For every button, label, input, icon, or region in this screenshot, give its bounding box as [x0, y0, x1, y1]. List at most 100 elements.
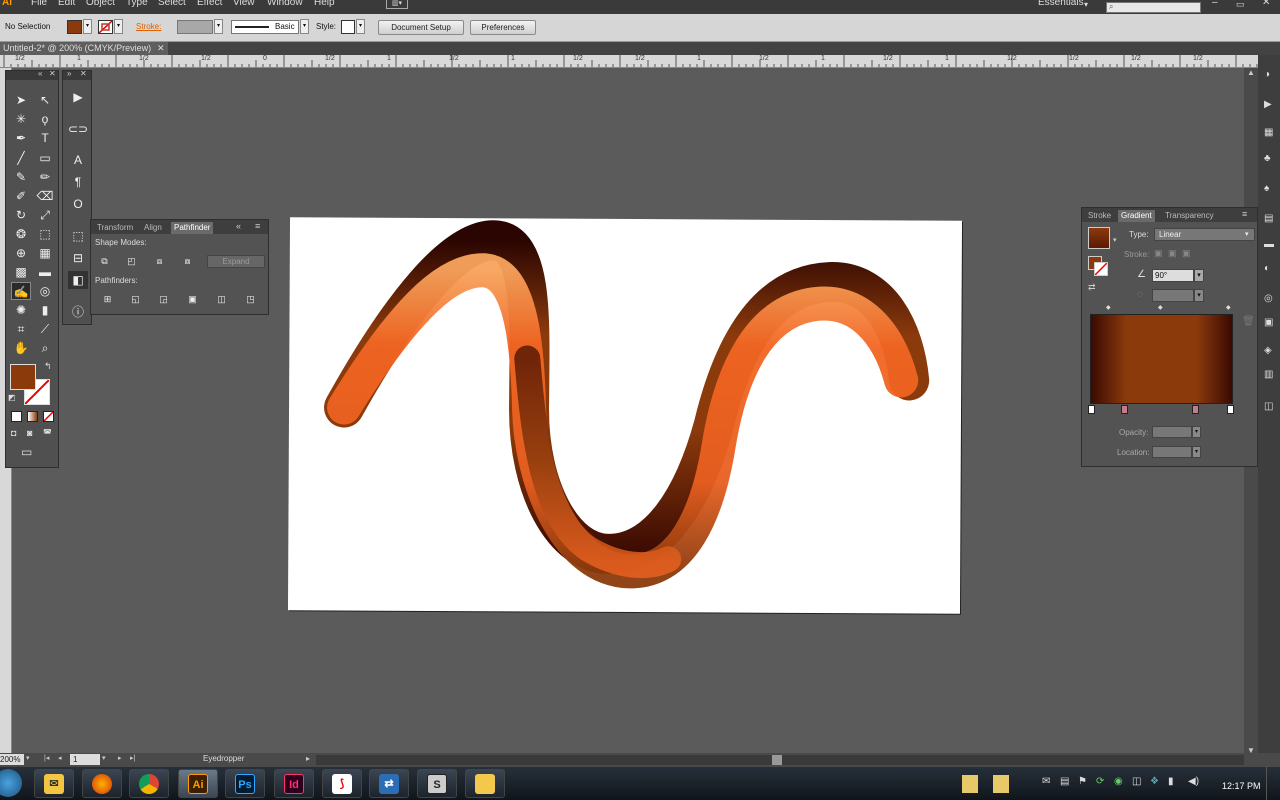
- menu-window[interactable]: Window: [267, 0, 303, 8]
- layers-icon[interactable]: ◈: [1264, 345, 1272, 356]
- tray-signal-icon[interactable]: ▮: [1168, 776, 1174, 787]
- minus-front-icon[interactable]: ◰: [125, 255, 138, 267]
- stroke-gradient-across-icon[interactable]: ▣: [1182, 248, 1191, 259]
- stroke-gradient-within-icon[interactable]: ▣: [1154, 248, 1163, 259]
- swap-colors-icon[interactable]: ↰: [44, 361, 52, 372]
- outline-icon[interactable]: ◫: [215, 293, 228, 305]
- status-menu-icon[interactable]: ▸: [306, 754, 310, 763]
- workspace-switcher[interactable]: Essentials: [1038, 0, 1084, 8]
- first-artboard-icon[interactable]: |◂: [44, 754, 49, 762]
- stroke-dropdown-icon[interactable]: ▾: [114, 19, 123, 34]
- stroke-gradient-along-icon[interactable]: ▣: [1168, 248, 1177, 259]
- menu-object[interactable]: Object: [86, 0, 115, 8]
- opentype-panel-icon[interactable]: O: [68, 195, 88, 213]
- taskbar-indesign[interactable]: Id: [274, 769, 314, 798]
- gradient-preset-dropdown-icon[interactable]: ▾: [1113, 236, 1117, 244]
- blend-tool-icon[interactable]: ◎: [35, 282, 55, 300]
- stroke-panel-icon[interactable]: ◐: [1264, 263, 1270, 274]
- pathfinder-panel-icon[interactable]: ◧: [68, 271, 88, 289]
- artboard-tool-icon[interactable]: ⌗: [11, 320, 31, 338]
- links-panel-icon[interactable]: ⊂⊃: [68, 120, 88, 138]
- zoom-tool-icon[interactable]: ⌕: [35, 339, 55, 357]
- symbol-sprayer-tool-icon[interactable]: ✺: [11, 301, 31, 319]
- tab-transparency[interactable]: Transparency: [1162, 210, 1217, 222]
- column-graph-tool-icon[interactable]: ▮: [35, 301, 55, 319]
- stroke-mini-swatch[interactable]: [1094, 262, 1108, 276]
- graphic-style-swatch[interactable]: [341, 20, 355, 34]
- horizontal-scroll-thumb[interactable]: [772, 755, 782, 765]
- opacity-input[interactable]: [1152, 426, 1192, 438]
- location-input[interactable]: [1152, 446, 1192, 458]
- collapse-icon[interactable]: «: [38, 69, 42, 78]
- none-mode-icon[interactable]: [43, 411, 54, 422]
- midpoint-diamond-icon[interactable]: ◆: [1106, 304, 1111, 311]
- arrange-documents-icon[interactable]: ▥▾: [386, 0, 408, 9]
- gradient-tool-icon[interactable]: ▬: [35, 263, 55, 281]
- draw-normal-icon[interactable]: ◘: [11, 428, 16, 438]
- tray-notification-icon[interactable]: ✉: [1042, 776, 1050, 787]
- midpoint-diamond-icon[interactable]: ◆: [1158, 304, 1163, 311]
- tab-align[interactable]: Align: [141, 222, 165, 234]
- gradient-stop[interactable]: [1121, 405, 1128, 414]
- unite-icon[interactable]: ⧉: [98, 255, 111, 267]
- trim-icon[interactable]: ◱: [129, 293, 142, 305]
- rectangle-tool-icon[interactable]: ▭: [35, 149, 55, 167]
- tab-pathfinder[interactable]: Pathfinder: [171, 222, 214, 234]
- show-desktop-button[interactable]: [1266, 767, 1280, 800]
- angle-dropdown-icon[interactable]: ▾: [1194, 269, 1204, 282]
- type-tool-icon[interactable]: T: [35, 129, 55, 147]
- close-tab-icon[interactable]: ✕: [157, 42, 165, 54]
- align-panel-icon[interactable]: ▥: [1264, 369, 1273, 380]
- exclude-icon[interactable]: ⧇: [181, 255, 194, 267]
- tray-network-icon[interactable]: ◉: [1114, 776, 1123, 787]
- taskbar-chrome[interactable]: [129, 769, 169, 798]
- stroke-swatch[interactable]: [98, 20, 113, 34]
- fill-dropdown-icon[interactable]: ▾: [83, 19, 92, 34]
- graphic-styles-icon[interactable]: ▤: [1264, 213, 1273, 224]
- symbols-icon[interactable]: ♠: [1264, 183, 1269, 194]
- swatches-icon[interactable]: ▦: [1264, 127, 1273, 138]
- collapse-icon[interactable]: «: [236, 221, 241, 231]
- style-dropdown-icon[interactable]: ▾: [356, 19, 365, 34]
- gradient-stop[interactable]: [1227, 405, 1234, 414]
- taskbar-outlook[interactable]: ✉: [34, 769, 74, 798]
- aspect-dropdown-icon[interactable]: ▾: [1194, 289, 1204, 302]
- artboards-icon[interactable]: ▣: [1264, 317, 1273, 328]
- pen-tool-icon[interactable]: ✒: [11, 129, 31, 147]
- zoom-dropdown-icon[interactable]: ▾: [26, 754, 30, 762]
- document-setup-button[interactable]: Document Setup: [378, 20, 464, 35]
- screen-mode-icon[interactable]: ▭: [21, 445, 32, 459]
- taskbar-clock[interactable]: 12:17 PM: [1222, 781, 1261, 791]
- brush-dropdown-icon[interactable]: ▾: [300, 19, 309, 34]
- tab-gradient[interactable]: Gradient: [1118, 210, 1155, 222]
- aspect-ratio-input[interactable]: [1152, 289, 1194, 302]
- lasso-tool-icon[interactable]: ϙ: [35, 110, 55, 128]
- start-button[interactable]: [0, 769, 22, 797]
- help-search-input[interactable]: ⌕: [1106, 2, 1201, 13]
- angle-input[interactable]: 90°: [1152, 269, 1194, 282]
- midpoint-diamond-icon[interactable]: ◆: [1226, 304, 1231, 311]
- default-colors-icon[interactable]: ◩: [8, 393, 16, 402]
- selection-tool-icon[interactable]: ➤: [11, 91, 31, 109]
- paintbrush-tool-icon[interactable]: ✎: [11, 168, 31, 186]
- taskbar-photoshop[interactable]: Ps: [225, 769, 265, 798]
- gradient-slider-preview[interactable]: [1090, 314, 1233, 404]
- panel-close-icon[interactable]: ✕: [49, 69, 56, 78]
- minus-back-icon[interactable]: ◳: [244, 293, 257, 305]
- last-artboard-icon[interactable]: ▸|: [130, 754, 135, 762]
- menu-help[interactable]: Help: [314, 0, 335, 8]
- appearance-icon[interactable]: ▬: [1264, 239, 1274, 250]
- tray-flag-icon[interactable]: ⚑: [1078, 776, 1087, 787]
- tray-dropbox-icon[interactable]: ❖: [1150, 776, 1159, 787]
- transparency-icon[interactable]: ◎: [1264, 293, 1273, 304]
- brush-definition[interactable]: Basic: [231, 20, 299, 34]
- slice-tool-icon[interactable]: ⟋: [35, 320, 55, 338]
- crop-icon[interactable]: ▣: [186, 293, 199, 305]
- gradient-stop[interactable]: [1192, 405, 1199, 414]
- expand-icon[interactable]: »: [67, 69, 71, 78]
- menu-view[interactable]: View: [233, 0, 255, 8]
- tab-transform[interactable]: Transform: [94, 222, 136, 234]
- taskbar-acrobat[interactable]: ⟆: [322, 769, 362, 798]
- warp-tool-icon[interactable]: ❂: [11, 225, 31, 243]
- hand-tool-icon[interactable]: ✋: [11, 339, 31, 357]
